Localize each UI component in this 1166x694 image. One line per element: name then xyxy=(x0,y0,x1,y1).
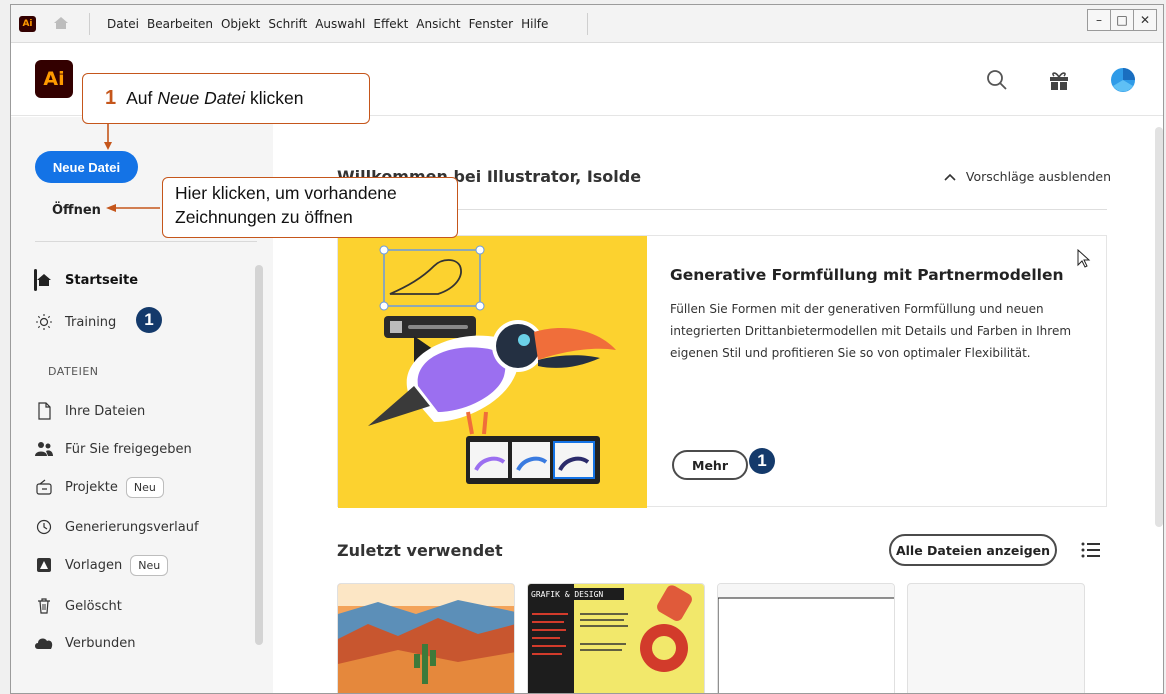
card-description: Füllen Sie Formen mit der generativen Fo… xyxy=(670,302,1072,360)
sidebar-item-projekte[interactable]: Projekte Neu xyxy=(33,475,164,499)
sidebar-item-geloescht[interactable]: Gelöscht xyxy=(33,594,122,618)
sidebar-item-label: Generierungsverlauf xyxy=(65,519,199,535)
gift-icon[interactable] xyxy=(1045,66,1073,94)
templates-icon xyxy=(33,555,55,575)
recent-heading: Zuletzt verwendet xyxy=(337,541,503,560)
step-badge: 1 xyxy=(136,307,162,333)
new-badge: Neu xyxy=(125,476,164,498)
feature-card: Generative Formfüllung mit Partnermodell… xyxy=(337,235,1107,508)
hide-suggestions-toggle[interactable]: Vorschläge ausblenden xyxy=(944,169,1111,184)
sidebar-item-label: Für Sie freigegeben xyxy=(65,441,192,457)
people-icon xyxy=(33,439,55,459)
illustrator-logo: Ai xyxy=(35,60,73,98)
search-icon[interactable] xyxy=(983,66,1011,94)
callout-line: Zeichnungen zu öffnen xyxy=(175,207,353,227)
minimize-button[interactable]: – xyxy=(1087,9,1111,31)
sidebar-item-ihre-dateien[interactable]: Ihre Dateien xyxy=(33,399,145,423)
close-button[interactable]: ✕ xyxy=(1133,9,1157,31)
sidebar-scrollbar[interactable] xyxy=(255,265,263,645)
sidebar-item-freigegeben[interactable]: Für Sie freigegeben xyxy=(33,437,192,461)
callout-text-post: klicken xyxy=(249,88,304,108)
callout-text-pre: Auf xyxy=(126,88,153,108)
chevron-up-icon xyxy=(944,173,956,181)
window-controls: – □ ✕ xyxy=(1087,9,1157,31)
callout-new-file: 1 Auf Neue Datei klicken xyxy=(82,73,370,124)
projects-icon xyxy=(33,477,55,497)
menu-objekt[interactable]: Objekt xyxy=(221,17,260,31)
recent-file-thumbnail[interactable] xyxy=(337,583,515,693)
menu-hilfe[interactable]: Hilfe xyxy=(521,17,548,31)
sidebar-divider xyxy=(35,241,257,242)
hide-suggestions-label: Vorschläge ausblenden xyxy=(965,169,1111,184)
menu-auswahl[interactable]: Auswahl xyxy=(315,17,365,31)
list-view-icon[interactable] xyxy=(1081,541,1101,559)
recent-file-thumbnail[interactable]: GRAFIK & DESIGN xyxy=(527,583,705,693)
section-dateien: DATEIEN xyxy=(48,365,99,378)
menu-datei[interactable]: Datei xyxy=(107,17,139,31)
more-button[interactable]: Mehr xyxy=(672,450,748,480)
main-scrollbar[interactable] xyxy=(1155,127,1163,527)
callout-line: Hier klicken, um vorhandene xyxy=(175,183,397,203)
file-icon xyxy=(33,401,55,421)
maximize-button[interactable]: □ xyxy=(1110,9,1134,31)
sidebar-item-label: Ihre Dateien xyxy=(65,403,146,419)
sidebar-item-label: Training xyxy=(65,314,117,330)
new-badge: Neu xyxy=(130,554,169,576)
sidebar-item-label: Gelöscht xyxy=(65,598,122,614)
menu-separator xyxy=(587,13,588,35)
cloud-icon xyxy=(33,633,55,653)
show-all-files-button[interactable]: Alle Dateien anzeigen xyxy=(889,534,1057,566)
new-file-button[interactable]: Neue Datei xyxy=(35,151,138,183)
trash-icon xyxy=(33,596,55,616)
recent-file-thumbnail[interactable] xyxy=(907,583,1085,693)
open-button[interactable]: Öffnen xyxy=(52,203,101,218)
history-icon xyxy=(33,517,55,537)
menu-schrift[interactable]: Schrift xyxy=(268,17,307,31)
sidebar-item-label: Vorlagen xyxy=(65,557,123,573)
menu-bearbeiten[interactable]: Bearbeiten xyxy=(147,17,213,31)
callout-text-em: Neue Datei xyxy=(157,88,245,108)
cursor-icon xyxy=(1077,249,1091,268)
menu-items: Datei Bearbeiten Objekt Schrift Auswahl … xyxy=(107,5,556,43)
sidebar-item-label: Verbunden xyxy=(65,635,136,651)
menu-effekt[interactable]: Effekt xyxy=(373,17,408,31)
sidebar-item-training[interactable]: Training xyxy=(33,310,116,334)
menu-bar: Ai Datei Bearbeiten Objekt Schrift Auswa… xyxy=(11,5,1163,43)
card-illustration xyxy=(338,236,647,508)
home-icon xyxy=(33,270,55,290)
card-title: Generative Formfüllung mit Partnermodell… xyxy=(670,266,1064,284)
menu-fenster[interactable]: Fenster xyxy=(469,17,514,31)
app-logo-small: Ai xyxy=(19,16,36,32)
avatar[interactable] xyxy=(1109,66,1137,94)
callout-open: Hier klicken, um vorhandene Zeichnungen … xyxy=(162,177,458,238)
thumbnail-title: GRAFIK & DESIGN xyxy=(531,590,603,599)
recent-file-thumbnail[interactable] xyxy=(717,583,895,693)
sidebar-item-label: Startseite xyxy=(65,272,139,288)
sidebar-item-vorlagen[interactable]: Vorlagen Neu xyxy=(33,553,169,577)
sidebar-item-verbunden[interactable]: Verbunden xyxy=(33,631,135,655)
sidebar-item-generierungsverlauf[interactable]: Generierungsverlauf xyxy=(33,515,199,539)
sidebar-item-label: Projekte xyxy=(65,479,118,495)
callout-number: 1 xyxy=(105,87,117,109)
sidebar-item-startseite[interactable]: Startseite xyxy=(33,268,138,292)
lightbulb-icon xyxy=(33,312,55,332)
menu-ansicht[interactable]: Ansicht xyxy=(416,17,460,31)
home-icon[interactable] xyxy=(52,14,70,32)
step-badge: 1 xyxy=(749,448,775,474)
menu-separator xyxy=(89,13,90,35)
